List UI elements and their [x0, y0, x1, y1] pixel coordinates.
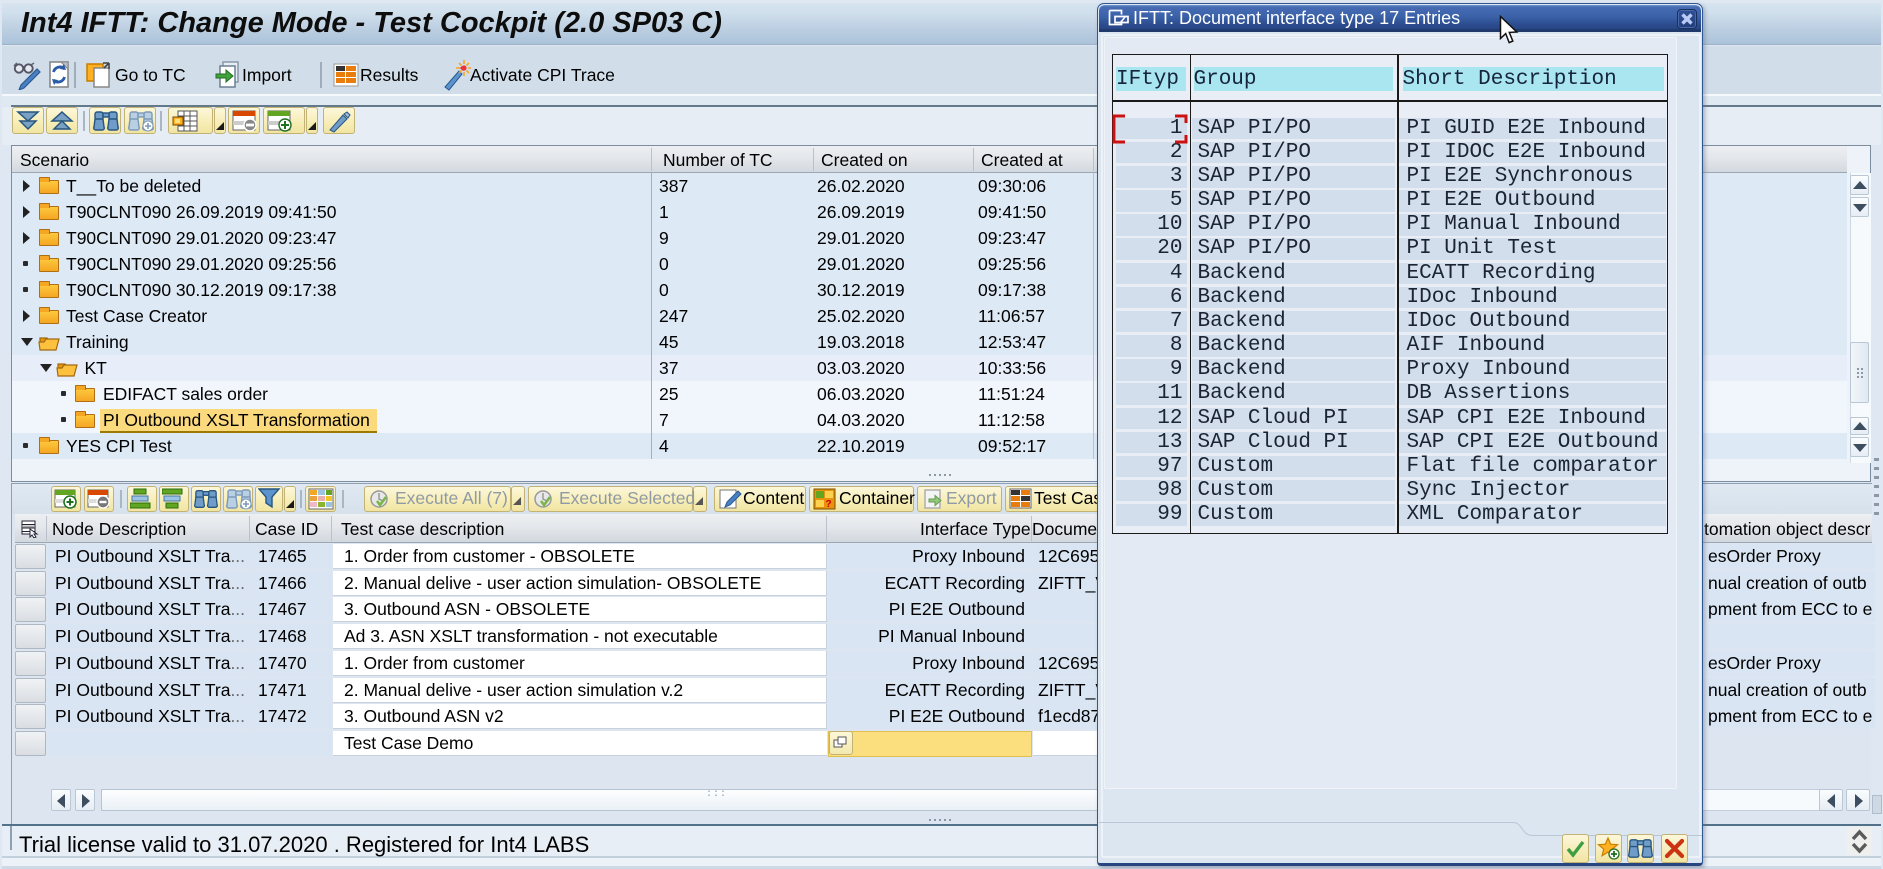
svg-text:?: ? — [826, 499, 832, 510]
